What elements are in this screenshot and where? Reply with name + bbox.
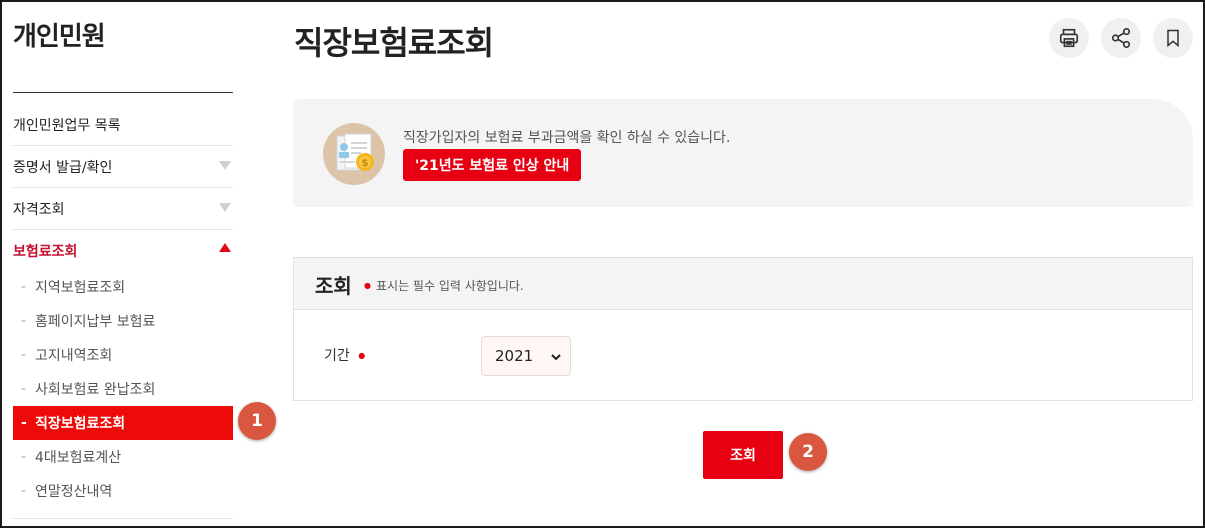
rate-increase-notice-button[interactable]: '21년도 보험료 인상 안내 <box>403 149 582 181</box>
sub-item-notice-history[interactable]: - 고지내역조회 <box>13 338 233 372</box>
sidebar-item-label: 보험료조회 <box>13 244 78 260</box>
sidebar-divider <box>13 92 233 93</box>
chevron-up-icon <box>219 243 231 252</box>
sidebar-title: 개인민원 <box>13 22 106 52</box>
required-dot-icon: ● <box>364 281 371 290</box>
dash-icon: - <box>21 313 27 329</box>
sidebar-item-list[interactable]: 개인민원업무 목록 <box>13 104 233 146</box>
required-note-text: 표시는 필수 입력 사항입니다. <box>375 279 524 293</box>
share-button[interactable] <box>1101 18 1141 58</box>
share-icon <box>1111 28 1131 48</box>
sub-item-calculator[interactable]: - 4대보험료계산 <box>13 440 233 474</box>
page-frame: 개인민원 개인민원업무 목록 증명서 발급/확인 자격조회 보험료조회 - 지역… <box>0 0 1205 528</box>
form-title: 조회 <box>315 274 352 298</box>
required-note: ● 표시는 필수 입력 사항입니다. <box>364 277 524 294</box>
sub-item-homepage-payment[interactable]: - 홈페이지납부 보험료 <box>13 304 233 338</box>
svg-text:$: $ <box>362 158 369 169</box>
period-label-text: 기간 <box>324 348 350 364</box>
dash-icon: - <box>21 415 27 431</box>
step-badge-1: 1 <box>238 402 276 440</box>
info-panel: $ 직장가입자의 보험료 부과금액을 확인 하실 수 있습니다. '21년도 보… <box>293 99 1193 207</box>
year-select-value: 2021 <box>495 347 534 365</box>
sub-item-full-payment[interactable]: - 사회보험료 완납조회 <box>13 372 233 406</box>
sub-item-regional[interactable]: - 지역보험료조회 <box>13 270 233 304</box>
sub-item-label: 사회보험료 완납조회 <box>35 382 156 398</box>
info-text: 직장가입자의 보험료 부과금액을 확인 하실 수 있습니다. <box>403 130 731 146</box>
step-badge-2: 2 <box>789 433 827 471</box>
chevron-down-icon <box>219 203 231 212</box>
sidebar-item-premium[interactable]: 보험료조회 <box>13 230 233 272</box>
chevron-down-icon <box>551 354 561 361</box>
bookmark-button[interactable] <box>1153 18 1193 58</box>
dash-icon: - <box>21 449 27 465</box>
sidebar: 개인민원 개인민원업무 목록 증명서 발급/확인 자격조회 보험료조회 - 지역… <box>13 2 233 526</box>
sub-item-year-end[interactable]: - 연말정산내역 <box>13 474 233 508</box>
sidebar-item-label: 개인민원업무 목록 <box>13 117 121 134</box>
sub-item-label: 홈페이지납부 보험료 <box>35 314 156 330</box>
year-select[interactable]: 2021 <box>481 336 571 376</box>
sub-item-label: 지역보험료조회 <box>35 280 126 296</box>
sidebar-item-label: 증명서 발급/확인 <box>13 159 113 176</box>
period-label: 기간 ● <box>324 345 365 365</box>
dash-icon: - <box>21 483 27 499</box>
sub-item-label: 고지내역조회 <box>35 348 113 364</box>
sidebar-item-certificate[interactable]: 증명서 발급/확인 <box>13 146 233 188</box>
dash-icon: - <box>21 279 27 295</box>
required-dot-icon: ● <box>358 351 366 360</box>
print-button[interactable] <box>1049 18 1089 58</box>
bookmark-icon <box>1167 29 1179 48</box>
sub-item-label: 연말정산내역 <box>35 484 113 500</box>
print-icon <box>1059 28 1079 48</box>
sub-item-workplace[interactable]: - 직장보험료조회 <box>13 406 233 440</box>
sidebar-item-qualification[interactable]: 자격조회 <box>13 188 233 230</box>
page-title: 직장보험료조회 <box>294 24 494 62</box>
form-header: 조회 ● 표시는 필수 입력 사항입니다. <box>294 258 1192 310</box>
dash-icon: - <box>21 347 27 363</box>
sidebar-bottom-divider <box>13 518 233 519</box>
dash-icon: - <box>21 381 27 397</box>
search-submit-button[interactable]: 조회 <box>703 431 783 479</box>
search-form: 조회 ● 표시는 필수 입력 사항입니다. 기간 ● 2021 <box>293 257 1193 401</box>
chevron-down-icon <box>219 161 231 170</box>
sub-item-label: 4대보험료계산 <box>35 450 122 466</box>
document-coin-icon: $ <box>323 123 385 185</box>
sub-item-label: 직장보험료조회 <box>35 416 126 432</box>
sidebar-item-label: 자격조회 <box>13 201 65 218</box>
